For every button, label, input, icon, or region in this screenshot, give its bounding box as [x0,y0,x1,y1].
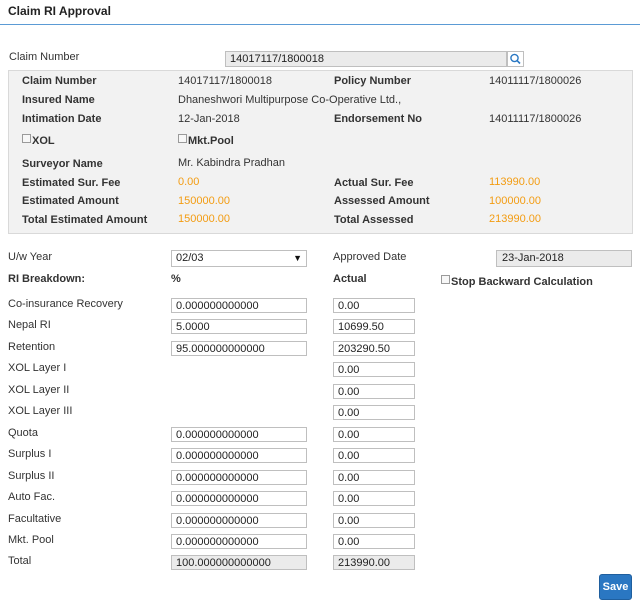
breakdown-row-label: Nepal RI [8,319,51,331]
breakdown-row-label: Retention [8,341,56,353]
ri-breakdown-label: RI Breakdown: [8,273,86,285]
endorsement-no-label: Endorsement No [334,113,423,125]
breakdown-row-label: Facultative [8,513,62,525]
mkt-pool-label: Mkt.Pool [188,135,234,147]
breakdown-row-label: Co-insurance Recovery [8,298,123,310]
breakdown-row-label: XOL Layer I [8,362,67,374]
policy-number-label: Policy Number [334,75,412,87]
assessed-amount-value: 100000.00 [489,195,541,207]
actual-sur-fee-label: Actual Sur. Fee [334,177,414,189]
dropdown-arrow-icon: ▼ [293,253,302,263]
breakdown-actual-input[interactable]: 203290.50 [333,341,415,356]
total-pct-field[interactable]: 100.000000000000 [171,555,307,570]
save-button[interactable]: Save [599,574,632,600]
approved-date-label: Approved Date [333,251,407,263]
breakdown-row-label: Surplus II [8,470,55,482]
approved-date-input[interactable]: 23-Jan-2018 [496,250,632,267]
breakdown-row-label: Mkt. Pool [8,534,54,546]
breakdown-row-label: Surplus I [8,448,52,460]
est-sur-fee-value: 0.00 [178,176,200,188]
breakdown-row-label: Quota [8,427,38,439]
breakdown-actual-input[interactable]: 0.00 [333,427,415,442]
stop-backward-label: Stop Backward Calculation [451,276,593,288]
breakdown-pct-input[interactable]: 0.000000000000 [171,448,307,463]
breakdown-actual-input[interactable]: 0.00 [333,470,415,485]
breakdown-pct-input[interactable]: 0.000000000000 [171,470,307,485]
breakdown-pct-input[interactable]: 0.000000000000 [171,491,307,506]
total-actual-field[interactable]: 213990.00 [333,555,415,570]
total-label: Total [8,555,32,567]
uw-year-select[interactable]: 02/03 ▼ [171,250,307,267]
xol-label: XOL [32,135,55,147]
stop-backward-checkbox[interactable] [441,275,450,284]
intimation-date-value: 12-Jan-2018 [178,113,240,125]
search-icon [510,53,521,65]
actual-sur-fee-value: 113990.00 [489,176,541,188]
search-button[interactable] [507,51,524,67]
page-title: Claim RI Approval [8,4,111,18]
total-assessed-value: 213990.00 [489,213,541,225]
percent-header: % [171,273,181,285]
surveyor-name-value: Mr. Kabindra Pradhan [178,157,286,169]
endorsement-no-value: 14011117/1800026 [489,113,582,125]
breakdown-actual-input[interactable]: 0.00 [333,534,415,549]
title-divider [0,24,640,25]
breakdown-pct-input[interactable]: 95.000000000000 [171,341,307,356]
detail-claim-number-label: Claim Number [22,75,97,87]
insured-name-value: Dhaneshwori Multipurpose Co-Operative Lt… [178,94,402,106]
breakdown-row-label: Auto Fac. [8,491,56,503]
intimation-date-label: Intimation Date [22,113,102,125]
xol-checkbox[interactable] [22,134,31,143]
assessed-amount-label: Assessed Amount [334,195,430,207]
claim-number-input[interactable]: 14017117/1800018 [225,51,507,67]
breakdown-actual-input[interactable]: 0.00 [333,298,415,313]
breakdown-actual-input[interactable]: 0.00 [333,362,415,377]
detail-claim-number-value: 14017117/1800018 [178,75,273,87]
est-amount-value: 150000.00 [178,195,230,207]
breakdown-actual-input[interactable]: 0.00 [333,405,415,420]
total-est-value: 150000.00 [178,213,230,225]
actual-header: Actual [333,273,367,285]
total-assessed-label: Total Assessed [334,214,414,226]
breakdown-actual-input[interactable]: 10699.50 [333,319,415,334]
breakdown-row-label: XOL Layer II [8,384,70,396]
insured-name-label: Insured Name [22,94,95,106]
breakdown-actual-input[interactable]: 0.00 [333,491,415,506]
uw-year-label: U/w Year [8,251,53,263]
breakdown-pct-input[interactable]: 0.000000000000 [171,298,307,313]
policy-number-value: 14011117/1800026 [489,75,582,87]
breakdown-pct-input[interactable]: 0.000000000000 [171,427,307,442]
mkt-pool-checkbox[interactable] [178,134,187,143]
surveyor-name-label: Surveyor Name [22,158,103,170]
breakdown-row-label: XOL Layer III [8,405,73,417]
breakdown-pct-input[interactable]: 0.000000000000 [171,534,307,549]
total-est-label: Total Estimated Amount [22,214,148,226]
breakdown-actual-input[interactable]: 0.00 [333,448,415,463]
breakdown-pct-input[interactable]: 5.0000 [171,319,307,334]
est-sur-fee-label: Estimated Sur. Fee [22,177,121,189]
est-amount-label: Estimated Amount [22,195,119,207]
breakdown-actual-input[interactable]: 0.00 [333,384,415,399]
claim-number-label: Claim Number [9,51,80,63]
uw-year-value: 02/03 [176,252,204,264]
breakdown-actual-input[interactable]: 0.00 [333,513,415,528]
breakdown-pct-input[interactable]: 0.000000000000 [171,513,307,528]
